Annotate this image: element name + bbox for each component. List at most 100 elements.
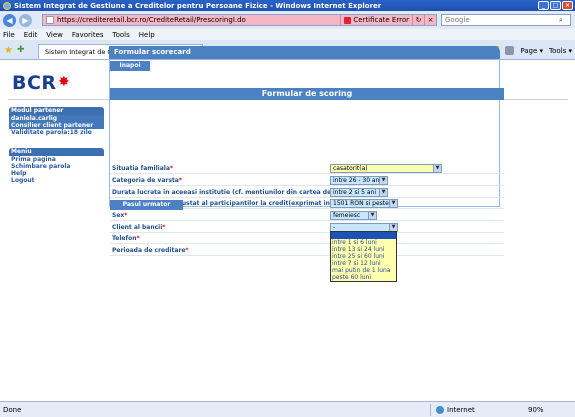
back-button[interactable]: Inapoi — [110, 61, 150, 71]
dropdown-option[interactable] — [331, 232, 396, 239]
field-select-value: 1501 RON si peste — [333, 200, 389, 207]
logo-text: BCR — [12, 72, 57, 94]
search-placeholder: Google — [445, 16, 470, 24]
field-label: Situatia familiala* — [110, 165, 330, 172]
favorites-star-icon[interactable]: ★ — [4, 45, 13, 56]
status-text: Done — [3, 405, 22, 414]
field-select-value: intre 26 - 30 ani — [333, 177, 382, 184]
menu-edit[interactable]: Edit — [24, 31, 38, 39]
required-marker: * — [162, 223, 166, 231]
page-icon — [46, 16, 54, 24]
dropdown-option[interactable]: intre 1 si 6 luni — [331, 239, 396, 246]
client-dropdown-list[interactable]: intre 1 si 6 luni intre 13 si 24 luni intr… — [330, 231, 397, 282]
field-label: Telefon* — [110, 235, 330, 242]
form-row: Durata lucrata in aceeasi institutie (cf… — [110, 187, 504, 198]
stop-icon[interactable]: × — [424, 15, 436, 25]
page-menu[interactable]: Page ▾ — [520, 47, 543, 55]
menu-file[interactable]: File — [3, 31, 15, 39]
dropdown-option[interactable]: mai putin de 1 luna — [331, 267, 396, 274]
field-label-text: Sex — [112, 211, 125, 219]
form-row: Telefon*▼ — [110, 233, 504, 244]
window-controls: _ □ × — [538, 1, 573, 10]
shield-icon — [344, 16, 352, 24]
required-marker: * — [169, 164, 174, 172]
ie-logo-icon — [3, 1, 11, 10]
field-label: Categoria de varsta* — [110, 177, 330, 184]
form-row: Sex* femeiesc ▼ — [110, 210, 504, 221]
security-zone[interactable]: Internet — [436, 405, 475, 414]
bcr-logo-icon: ✸ — [58, 74, 71, 90]
window-titlebar: Sistem Integrat de Gestiune a Creditelor… — [0, 0, 575, 11]
minimize-button[interactable]: _ — [538, 1, 549, 10]
chevron-down-icon[interactable]: ▼ — [368, 212, 376, 219]
print-icon[interactable] — [505, 46, 515, 55]
close-window-button[interactable]: × — [562, 1, 573, 10]
menu-tools[interactable]: Tools — [113, 31, 130, 39]
user-info-box: Modul partener daniela.carlig Consilier … — [9, 107, 104, 136]
form-row: Categoria de varsta* intre 26 - 30 ani ▼ — [110, 175, 504, 186]
password-validity: Validitate parola:18 zile — [9, 129, 104, 136]
bcr-logo: BCR ✸ — [12, 72, 70, 94]
dropdown-option[interactable]: intre 7 si 12 luni — [331, 260, 396, 267]
zoom-level[interactable]: 90% — [528, 406, 544, 414]
sidebar-item-schimbare-parola[interactable]: Schimbare parola — [9, 163, 104, 170]
chevron-down-icon[interactable]: ▼ — [379, 189, 387, 196]
menu-favorites[interactable]: Favorites — [72, 31, 104, 39]
scoring-form: Formular de scoring — [110, 88, 504, 100]
search-icon[interactable]: ⌕ — [559, 15, 569, 25]
next-step-button[interactable]: Pasul urmator — [110, 200, 183, 210]
tools-menu[interactable]: Tools ▾ — [549, 47, 572, 55]
form-title: Formular de scoring — [110, 88, 504, 100]
user-role: Consilier client partener — [9, 122, 104, 129]
refresh-icon[interactable]: ↻ — [412, 15, 424, 25]
chevron-down-icon[interactable]: ▼ — [389, 224, 397, 231]
required-marker: * — [136, 234, 140, 242]
dropdown-option[interactable]: intre 25 si 60 luni — [331, 253, 396, 260]
address-toolbar: ◀ ▶ https://crediteretail.bcr.ro/Credite… — [0, 11, 575, 29]
window-title: Sistem Integrat de Gestiune a Creditelor… — [14, 1, 382, 10]
menu-view[interactable]: View — [46, 31, 63, 39]
field-select[interactable]: casatorit(a) ▼ — [330, 164, 442, 173]
field-select[interactable]: intre 2 si 5 ani ▼ — [330, 188, 388, 197]
required-marker: * — [185, 246, 189, 254]
chevron-down-icon[interactable]: ▼ — [379, 177, 387, 184]
search-input[interactable]: Google ⌕ — [441, 14, 571, 26]
sidebar-item-help[interactable]: Help — [9, 170, 104, 177]
certificate-error-button[interactable]: Certificate Error — [340, 15, 412, 25]
field-label: Perioada de creditare* — [110, 247, 330, 254]
address-bar[interactable]: https://crediteretail.bcr.ro/CrediteReta… — [42, 14, 437, 26]
certificate-error-label: Certificate Error — [353, 16, 409, 24]
maximize-button[interactable]: □ — [550, 1, 561, 10]
chevron-down-icon[interactable]: ▼ — [389, 200, 397, 207]
status-bar: Done Internet 90% — [0, 401, 575, 417]
globe-icon — [436, 405, 444, 414]
form-row: Situatia familiala* casatorit(a) ▼ — [110, 163, 504, 174]
field-select-value: intre 2 si 5 ani — [333, 189, 377, 196]
field-label: Client al bancii* — [110, 224, 330, 231]
field-label-text: Telefon — [112, 234, 137, 242]
menu-help[interactable]: Help — [139, 31, 155, 39]
field-select[interactable]: femeiesc ▼ — [330, 211, 377, 220]
forward-arrow-icon[interactable]: ▶ — [19, 13, 32, 27]
url-text[interactable]: https://crediteretail.bcr.ro/CrediteReta… — [57, 16, 340, 24]
main-panel: Formular scorecard — [109, 46, 500, 59]
user-name: daniela.carlig — [9, 115, 104, 122]
dropdown-option[interactable]: intre 13 si 24 luni — [331, 246, 396, 253]
field-label-text: Client al bancii — [112, 223, 163, 231]
sidebar-item-logout[interactable]: Logout — [9, 177, 104, 184]
sidebar-menu: Meniu Prima pagina Schimbare parola Help… — [9, 148, 104, 184]
field-select-value: casatorit(a) — [333, 165, 368, 172]
field-label-text: Situatia familiala — [112, 164, 170, 172]
chevron-down-icon[interactable]: ▼ — [433, 165, 441, 172]
required-marker: * — [124, 211, 128, 219]
add-favorite-icon[interactable]: ✚ — [17, 45, 25, 55]
field-select[interactable]: 1501 RON si peste ▼ — [330, 199, 398, 208]
main-title: Formular scorecard — [109, 46, 500, 59]
dropdown-option[interactable]: peste 60 luni — [331, 274, 396, 281]
menu-bar: File Edit View Favorites Tools Help — [0, 29, 575, 40]
back-arrow-icon[interactable]: ◀ — [3, 13, 16, 27]
status-divider — [430, 404, 431, 416]
field-select[interactable]: intre 26 - 30 ani ▼ — [330, 176, 388, 185]
field-label-text: Categoria de varsta — [112, 176, 179, 184]
sidebar-item-prima-pagina[interactable]: Prima pagina — [9, 156, 104, 163]
